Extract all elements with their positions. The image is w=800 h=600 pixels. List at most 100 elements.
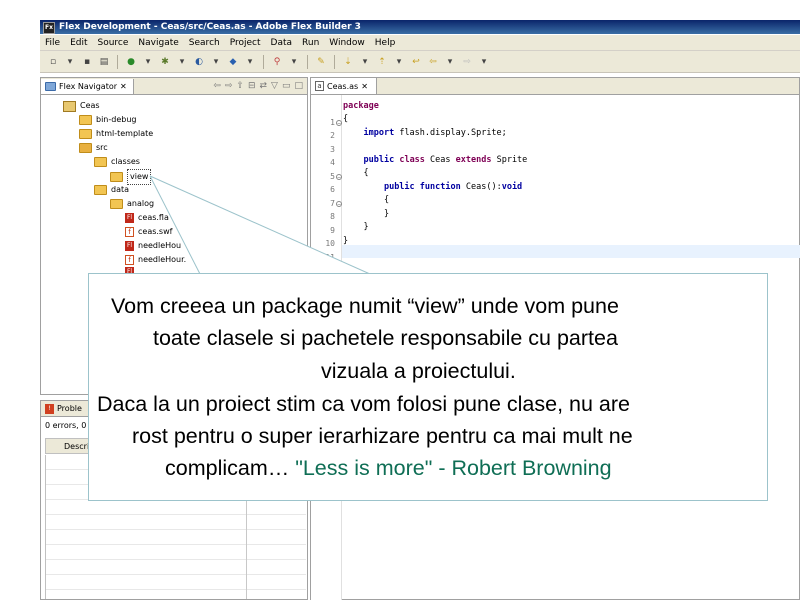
code-line[interactable]: { [343,195,389,205]
tree-item-label: needleHour. [138,255,187,264]
dropdown-arrow-icon[interactable]: ▾ [287,55,301,69]
forward-icon[interactable]: ⇨ [460,55,474,69]
navigator-tab-bar: Flex Navigator ✕ ⇦ ⇨ ⇧ ⊟ ⇄ ▽ ▭ □ [41,78,307,95]
search-icon[interactable]: ⚲ [270,55,284,69]
code-line[interactable]: public class Ceas extends Sprite [343,155,527,165]
maximize-icon[interactable]: □ [294,81,303,91]
code-text: Sprite [491,155,528,165]
tree-item-data[interactable]: data [94,183,129,197]
dropdown-arrow-icon[interactable]: ▾ [209,55,223,69]
code-line[interactable]: public function Ceas():void [343,182,522,192]
dropdown-arrow-icon[interactable]: ▾ [358,55,372,69]
menu-help[interactable]: Help [375,38,396,48]
fold-toggle-icon[interactable]: − [336,201,342,208]
menu-search[interactable]: Search [189,38,220,48]
tree-item-analog[interactable]: analog [110,197,154,211]
back-icon[interactable]: ⇦ [426,55,440,69]
tree-item-file[interactable]: Fl ceas.fla [125,211,169,225]
close-icon[interactable]: ✕ [120,79,127,94]
tab-ceas-as[interactable]: a Ceas.as ✕ [311,78,377,94]
menu-project[interactable]: Project [230,38,261,48]
tree-item-label: view [127,169,152,185]
dropdown-arrow-icon[interactable]: ▾ [175,55,189,69]
fold-toggle-icon[interactable]: − [336,174,342,181]
external-tools-icon[interactable]: ◆ [226,55,240,69]
code-line[interactable]: } [343,236,348,246]
dropdown-arrow-icon[interactable]: ▾ [392,55,406,69]
keyword: class [399,155,425,165]
tree-item-label: needleHou [138,241,182,250]
profile-icon[interactable]: ◐ [192,55,206,69]
print-icon[interactable]: ▤ [97,55,111,69]
line-number: 7 [330,199,335,208]
code-line[interactable]: } [343,209,389,219]
menu-data[interactable]: Data [271,38,293,48]
navigator-icon [45,81,56,91]
folder-icon [79,129,92,139]
link-editor-icon[interactable]: ⇄ [260,81,268,91]
callout-line: Vom creeea un package numit “view” unde … [111,294,619,318]
dropdown-arrow-icon[interactable]: ▾ [477,55,491,69]
collapse-all-icon[interactable]: ⊟ [248,81,256,91]
code-line[interactable]: import flash.display.Sprite; [343,128,506,138]
close-icon[interactable]: ✕ [361,82,368,91]
keyword: public [383,182,415,192]
toolbar-separator [307,54,308,69]
code-line[interactable]: } [343,222,369,232]
edit-pencil-icon[interactable]: ✎ [314,55,328,69]
fold-toggle-icon[interactable]: − [336,120,342,127]
back-icon[interactable]: ⇦ [213,81,221,91]
code-text: { [343,114,349,124]
menu-run[interactable]: Run [302,38,319,48]
tree-item-file[interactable]: f ceas.swf [125,225,172,239]
run-icon[interactable]: ● [124,55,138,69]
menu-window[interactable]: Window [329,38,365,48]
code-line[interactable]: { [343,114,348,124]
problems-icon: ! [45,403,54,414]
navigator-tools: ⇦ ⇨ ⇧ ⊟ ⇄ ▽ ▭ □ [213,81,307,91]
tree-item-html-template[interactable]: html-template [79,127,153,141]
up-icon[interactable]: ⇧ [236,81,244,91]
tree-item-label: classes [111,157,140,166]
next-annotation-icon[interactable]: ⇣ [341,55,355,69]
dropdown-arrow-icon[interactable]: ▾ [443,55,457,69]
callout-line: complicam… "Less is more" - Robert Brown… [165,456,800,481]
tree-item-project[interactable]: Ceas [63,99,100,113]
last-edit-icon[interactable]: ↩ [409,55,423,69]
dropdown-arrow-icon[interactable]: ▾ [243,55,257,69]
swf-file-icon: f [125,227,134,237]
forward-icon[interactable]: ⇨ [225,81,233,91]
dropdown-arrow-icon[interactable]: ▾ [63,55,77,69]
folder-icon [94,185,107,195]
tree-item-file[interactable]: f needleHour. [125,253,186,267]
menu-file[interactable]: File [45,38,60,48]
code-text: { [383,195,390,205]
project-icon [63,100,76,112]
menu-source[interactable]: Source [98,38,129,48]
menu-edit[interactable]: Edit [70,38,87,48]
view-menu-icon[interactable]: ▽ [271,81,278,91]
line-number: 1 [330,118,335,127]
code-text: } [363,222,369,232]
tree-item-bin-debug[interactable]: bin-debug [79,113,136,127]
tree-item-file[interactable]: Fl needleHou [125,239,181,253]
source-folder-icon [79,143,92,153]
minimize-icon[interactable]: ▭ [282,81,291,91]
line-number: 10 [325,239,335,248]
save-icon[interactable]: ▪ [80,55,94,69]
tree-item-src[interactable]: src [79,141,108,155]
code-line[interactable]: { [343,168,368,178]
new-icon[interactable]: ▫ [46,55,60,69]
dropdown-arrow-icon[interactable]: ▾ [141,55,155,69]
tree-item-label: ceas.fla [138,213,169,222]
code-line[interactable]: package [343,101,379,111]
tab-flex-navigator[interactable]: Flex Navigator ✕ [41,78,134,94]
keyword: void [501,182,523,192]
debug-icon[interactable]: ✱ [158,55,172,69]
window-title-bar: Fx Flex Development - Ceas/src/Ceas.as - … [40,20,800,34]
menu-navigate[interactable]: Navigate [138,38,178,48]
tree-item-classes[interactable]: classes [94,155,140,169]
keyword: import [363,128,395,138]
keyword: package [343,101,379,111]
previous-annotation-icon[interactable]: ⇡ [375,55,389,69]
